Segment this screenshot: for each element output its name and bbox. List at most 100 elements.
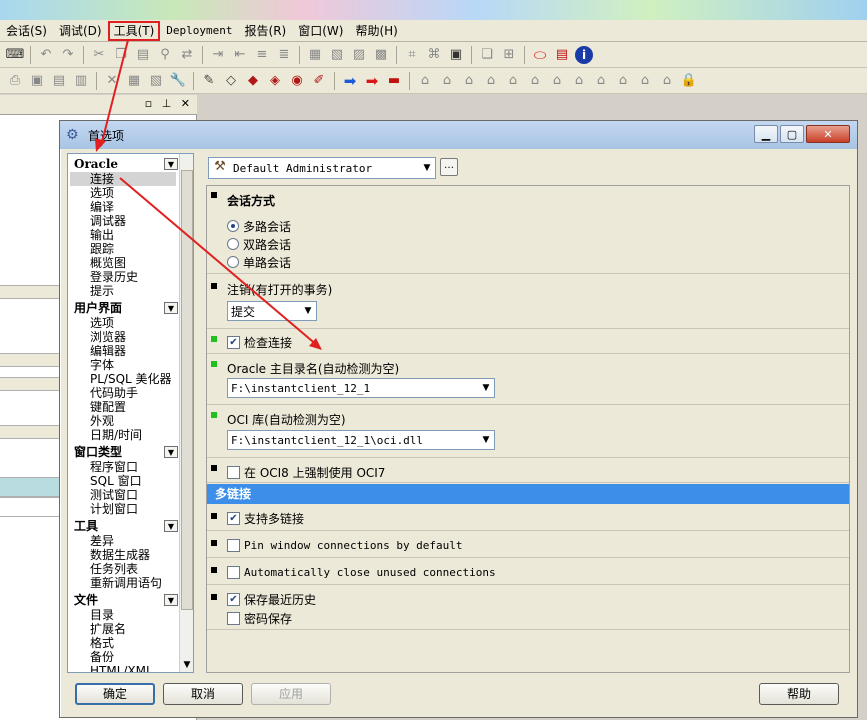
menu-window[interactable]: 窗口(W) bbox=[292, 21, 349, 41]
auto-close-checkbox-row[interactable]: Automatically close unused connections bbox=[227, 563, 496, 581]
nav-item-html-xml[interactable]: HTML/XML bbox=[90, 664, 176, 672]
nav-item-directories[interactable]: 目录 bbox=[90, 608, 176, 622]
bookmark-7-icon[interactable]: ⌂ bbox=[548, 72, 566, 90]
nav-item-profiler[interactable]: 概览图 bbox=[90, 256, 176, 270]
nav-item-format[interactable]: 格式 bbox=[90, 636, 176, 650]
nav-item-fonts[interactable]: 字体 bbox=[90, 358, 176, 372]
nav-item-browser[interactable]: 浏览器 bbox=[90, 330, 176, 344]
eraser-icon[interactable]: ◇ bbox=[222, 72, 240, 90]
bookmark-10-icon[interactable]: ⌂ bbox=[614, 72, 632, 90]
menu-session[interactable]: 会话(S) bbox=[0, 21, 53, 41]
object-edit-icon[interactable]: ◈ bbox=[266, 72, 284, 90]
nav-item-key-config[interactable]: 键配置 bbox=[90, 400, 176, 414]
arrow-right-blue-icon[interactable]: ➡ bbox=[341, 72, 359, 90]
nav-item-extensions[interactable]: 扩展名 bbox=[90, 622, 176, 636]
radio-single-session[interactable]: 单路会话 bbox=[227, 253, 291, 271]
dialog-titlebar[interactable]: ⚙ 首选项 ▁ ▢ ✕ bbox=[60, 121, 857, 149]
nav-item-recall-statement[interactable]: 重新调用语句 bbox=[90, 576, 176, 590]
menu-help[interactable]: 帮助(H) bbox=[349, 21, 403, 41]
chevron-down-icon[interactable]: ▼ bbox=[300, 306, 316, 316]
oracle-home-select[interactable]: F:\instantclient_12_1 ▼ bbox=[227, 378, 495, 398]
nav-item-data-generator[interactable]: 数据生成器 bbox=[90, 548, 176, 562]
menu-reports[interactable]: 报告(R) bbox=[239, 21, 293, 41]
nav-item-output[interactable]: 输出 bbox=[90, 228, 176, 242]
radio-button[interactable] bbox=[227, 256, 239, 268]
bookmark-4-icon[interactable]: ⌂ bbox=[482, 72, 500, 90]
wand-icon[interactable]: ✎ bbox=[200, 72, 218, 90]
checkbox-unchecked[interactable] bbox=[227, 565, 240, 579]
nav-item-ui-options[interactable]: 选项 bbox=[90, 316, 176, 330]
describe-icon[interactable]: ▦ bbox=[125, 72, 143, 90]
nav-item-diff[interactable]: 差异 bbox=[90, 534, 176, 548]
panel-controls[interactable]: ▫ ⊥ ✕ bbox=[145, 97, 193, 110]
nav-scrollbar-thumb[interactable] bbox=[181, 170, 193, 610]
view-icon[interactable]: ▧ bbox=[147, 72, 165, 90]
save-icon[interactable]: ▣ bbox=[28, 72, 46, 90]
chevron-down-icon[interactable]: ▼ bbox=[164, 519, 178, 532]
script-icon[interactable]: ▣ bbox=[447, 46, 465, 64]
bookmark-3-icon[interactable]: ⌂ bbox=[460, 72, 478, 90]
bookmark-2-icon[interactable]: ⌂ bbox=[438, 72, 456, 90]
undo-icon[interactable]: ↶ bbox=[37, 46, 55, 64]
nav-item-connection[interactable]: 连接 bbox=[70, 172, 176, 186]
apply-button[interactable]: 应用 bbox=[251, 683, 331, 705]
nav-item-editor[interactable]: 编辑器 bbox=[90, 344, 176, 358]
menu-deployment[interactable]: Deployment bbox=[160, 21, 238, 41]
nav-item-plan-window[interactable]: 计划窗口 bbox=[90, 502, 176, 516]
arrow-right-red-icon[interactable]: ➡ bbox=[363, 72, 381, 90]
outdent-icon[interactable]: ⇤ bbox=[231, 46, 249, 64]
nav-item-test-window[interactable]: 测试窗口 bbox=[90, 488, 176, 502]
explain-plan-icon[interactable]: ⌗ bbox=[403, 46, 421, 64]
pin-window-checkbox-row[interactable]: Pin window connections by default bbox=[227, 536, 463, 554]
nav-item-compile[interactable]: 编译 bbox=[90, 200, 176, 214]
force-oci7-checkbox-row[interactable]: 在 OCI8 上强制使用 OCI7 bbox=[227, 463, 385, 481]
nav-item-date-time[interactable]: 日期/时间 bbox=[90, 428, 176, 442]
toolbox-icon[interactable]: ▬ bbox=[385, 72, 403, 90]
save-all-icon[interactable]: ▤ bbox=[50, 72, 68, 90]
checkbox-checked[interactable]: ✔ bbox=[227, 335, 240, 349]
chevron-down-icon[interactable]: ▼ bbox=[164, 157, 178, 170]
help-button[interactable]: 帮助 bbox=[759, 683, 839, 705]
nav-scrollbar[interactable]: ▼ bbox=[179, 154, 193, 672]
paste-icon[interactable]: ▤ bbox=[134, 46, 152, 64]
bookmark-5-icon[interactable]: ⌂ bbox=[504, 72, 522, 90]
multi-support-checkbox-row[interactable]: ✔ 支持多链接 bbox=[227, 509, 304, 527]
format-options-icon[interactable]: ▧ bbox=[328, 46, 346, 64]
bookmark-8-icon[interactable]: ⌂ bbox=[570, 72, 588, 90]
cut-icon[interactable]: ✂ bbox=[90, 46, 108, 64]
nav-item-debugger[interactable]: 调试器 bbox=[90, 214, 176, 228]
copy-icon[interactable]: ❐ bbox=[112, 46, 130, 64]
maximize-button[interactable]: ▢ bbox=[780, 125, 804, 143]
nav-item-backup[interactable]: 备份 bbox=[90, 650, 176, 664]
nav-item-plsql-beautifier[interactable]: PL/SQL 美化器 bbox=[90, 372, 176, 386]
checkbox-checked[interactable]: ✔ bbox=[227, 592, 240, 606]
chevron-down-icon[interactable]: ▼ bbox=[164, 445, 178, 458]
check-connection-checkbox-row[interactable]: ✔ 检查连接 bbox=[227, 333, 292, 351]
oci-library-value[interactable]: F:\instantclient_12_1\oci.dll bbox=[228, 434, 478, 447]
nav-item-code-assistant[interactable]: 代码助手 bbox=[90, 386, 176, 400]
bookmark-6-icon[interactable]: ⌂ bbox=[526, 72, 544, 90]
chevron-down-icon[interactable]: ▼ bbox=[419, 163, 435, 173]
keyboard-icon[interactable]: ⌨ bbox=[6, 46, 25, 64]
nav-item-trace[interactable]: 跟踪 bbox=[90, 242, 176, 256]
uncomment-icon[interactable]: ≣ bbox=[275, 46, 293, 64]
chevron-down-icon[interactable]: ▼ bbox=[164, 301, 178, 314]
lock-icon[interactable]: 🔒 bbox=[680, 72, 698, 90]
checkbox-unchecked[interactable] bbox=[227, 538, 240, 552]
bookmark-1-icon[interactable]: ⌂ bbox=[416, 72, 434, 90]
format-icon[interactable]: ▦ bbox=[306, 46, 324, 64]
bookmark-12-icon[interactable]: ⌂ bbox=[658, 72, 676, 90]
chevron-down-icon[interactable]: ▼ bbox=[478, 383, 494, 393]
nav-item-program-window[interactable]: 程序窗口 bbox=[90, 460, 176, 474]
chevron-down-icon[interactable]: ▼ bbox=[164, 593, 178, 606]
compile-icon[interactable]: ⌘ bbox=[425, 46, 443, 64]
chevron-down-icon[interactable]: ▼ bbox=[478, 435, 494, 445]
wrench-icon[interactable]: 🔧 bbox=[169, 72, 187, 90]
ok-button[interactable]: 确定 bbox=[75, 683, 155, 705]
profile-more-button[interactable]: … bbox=[440, 158, 458, 176]
close-file-icon[interactable]: ▥ bbox=[72, 72, 90, 90]
save-history-checkbox-row[interactable]: ✔ 保存最近历史 bbox=[227, 590, 316, 608]
uppercase-icon[interactable]: ▨ bbox=[350, 46, 368, 64]
radio-multi-session[interactable]: 多路会话 bbox=[227, 217, 291, 235]
nav-item-task-list[interactable]: 任务列表 bbox=[90, 562, 176, 576]
